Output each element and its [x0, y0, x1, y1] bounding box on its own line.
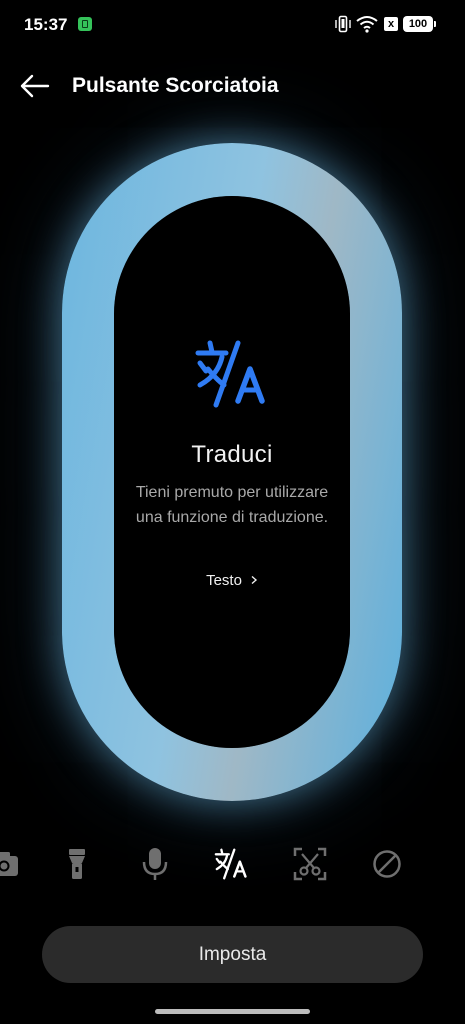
- disabled-icon[interactable]: [369, 846, 405, 882]
- pill-inner-panel: [114, 196, 350, 748]
- camera-icon[interactable]: [0, 846, 24, 882]
- option-label: Testo: [206, 572, 242, 589]
- feature-title: Traduci: [191, 441, 273, 468]
- page-title: Pulsante Scorciatoia: [72, 74, 279, 97]
- vibrate-icon: [335, 15, 351, 33]
- set-button[interactable]: Imposta: [42, 926, 423, 983]
- option-selector-link[interactable]: Testo: [62, 572, 402, 589]
- back-arrow-icon[interactable]: [18, 70, 54, 102]
- feature-description: Tieni premuto per utilizzare una funzion…: [135, 484, 329, 526]
- function-selector: [0, 840, 465, 888]
- shortcut-button-preview: Traduci Tieni premuto per utilizzare una…: [62, 143, 402, 801]
- status-time: 15:37: [24, 15, 68, 34]
- microphone-icon[interactable]: [137, 846, 173, 882]
- flashlight-icon[interactable]: [59, 846, 95, 882]
- header: Pulsante Scorciatoia: [0, 60, 465, 112]
- app-notification-icon: [78, 17, 92, 31]
- translate-icon[interactable]: [214, 846, 250, 882]
- chevron-right-icon: [251, 576, 257, 584]
- battery-icon: 100: [403, 16, 436, 32]
- screenshot-icon[interactable]: [292, 846, 328, 882]
- no-sim-icon: x: [384, 17, 398, 31]
- home-indicator[interactable]: [155, 1009, 310, 1014]
- wifi-icon: [356, 16, 378, 33]
- translate-icon: [195, 340, 265, 408]
- status-bar: 15:37 x 100: [0, 0, 465, 50]
